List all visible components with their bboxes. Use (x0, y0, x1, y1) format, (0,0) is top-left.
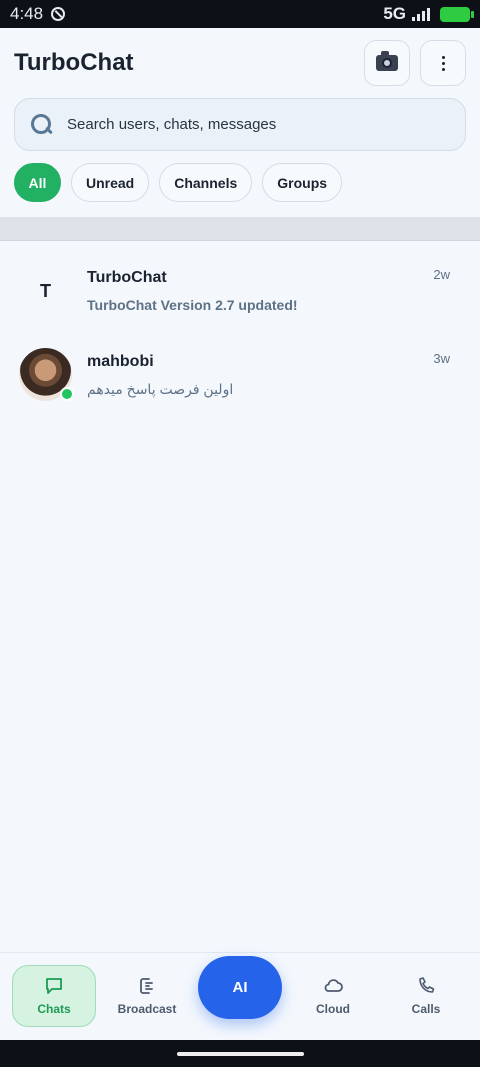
nav-broadcast[interactable]: Broadcast (105, 965, 189, 1027)
filter-all[interactable]: All (14, 163, 61, 202)
nav-chats[interactable]: Chats (12, 965, 96, 1027)
filter-channels[interactable]: Channels (159, 163, 253, 202)
search-placeholder: Search users, chats, messages (67, 116, 277, 133)
header-actions (364, 40, 466, 86)
online-status-indicator (60, 387, 74, 401)
chat-row-turbochat[interactable]: T TurboChat TurboChat Version 2.7 update… (0, 250, 480, 335)
network-type: 5G (383, 4, 406, 23)
camera-icon (376, 51, 398, 71)
filter-unread[interactable]: Unread (71, 163, 150, 202)
avatar: T (19, 265, 72, 318)
chat-list: T TurboChat TurboChat Version 2.7 update… (0, 250, 480, 420)
do-not-disturb-icon (51, 7, 66, 21)
signal-icon (412, 7, 430, 21)
chat-preview: TurboChat Version 2.7 updated! (87, 297, 298, 313)
status-bar: 4:48 5G (0, 0, 480, 28)
bottom-nav: Chats Broadcast AI Cloud Calls (0, 952, 480, 1040)
nav-cloud[interactable]: Cloud (291, 965, 375, 1027)
status-left: 4:48 (10, 4, 66, 24)
cloud-icon (324, 979, 343, 992)
nav-label-calls: Calls (411, 1002, 441, 1016)
chat-name: TurboChat (87, 269, 167, 286)
filter-groups[interactable]: Groups (262, 163, 343, 202)
filter-chips: All Unread Channels Groups (14, 163, 343, 202)
camera-button[interactable] (364, 40, 410, 86)
status-time: 4:48 (10, 4, 44, 23)
chat-preview: اولین فرصت پاسخ میدهم (87, 381, 234, 397)
nav-label-cloud: Cloud (316, 1002, 350, 1016)
chat-name: mahbobi (87, 353, 154, 370)
chat-row-mahbobi[interactable]: mahbobi اولین فرصت پاسخ میدهم 3w (0, 335, 480, 420)
nav-calls[interactable]: Calls (384, 965, 468, 1027)
more-vertical-icon (441, 55, 445, 71)
chat-time: 3w (433, 351, 450, 366)
ai-button[interactable]: AI (198, 956, 282, 1019)
system-gesture-bar (0, 1040, 480, 1067)
chat-time: 2w (433, 267, 450, 282)
battery-icon (440, 6, 474, 22)
nav-label-broadcast: Broadcast (117, 1002, 177, 1016)
avatar (19, 348, 74, 401)
phone-icon (419, 977, 435, 993)
section-divider (0, 217, 480, 241)
status-right: 5G (383, 4, 474, 24)
nav-label-chats: Chats (37, 1002, 71, 1016)
search-icon (31, 113, 53, 136)
broadcast-icon (140, 978, 153, 994)
search-input[interactable]: Search users, chats, messages (14, 98, 466, 151)
home-indicator[interactable] (177, 1052, 304, 1056)
chat-bubble-icon (46, 978, 62, 994)
more-menu-button[interactable] (420, 40, 466, 86)
page-title: TurboChat (14, 49, 134, 76)
app-header: TurboChat (0, 28, 480, 98)
